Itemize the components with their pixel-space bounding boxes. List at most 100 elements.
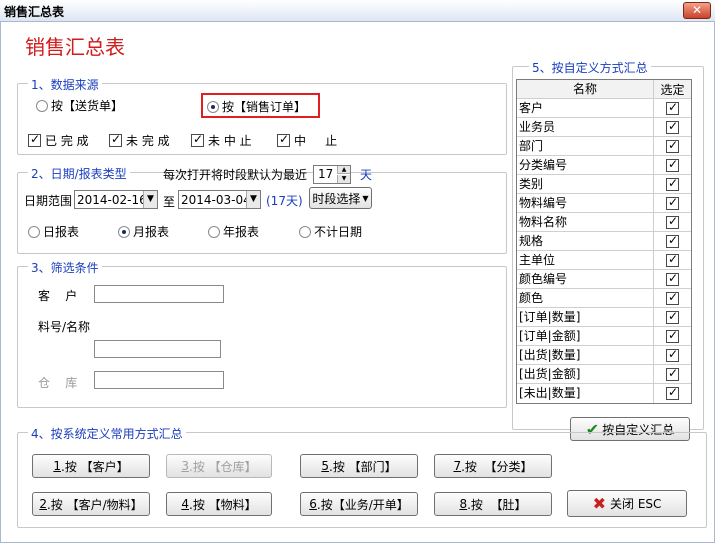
chevron-down-icon[interactable]: ▼ xyxy=(362,194,368,203)
check-stopped-label[interactable]: 中 止 xyxy=(294,132,337,149)
select-cell[interactable] xyxy=(654,270,691,288)
table-row[interactable]: 业务员 xyxy=(517,118,691,137)
close-esc-label[interactable]: 关闭 ESC xyxy=(610,495,661,512)
by-business-order-label[interactable]: .按【业务/开单】 xyxy=(317,496,409,513)
table-row[interactable]: 规格 xyxy=(517,232,691,251)
date-to-select[interactable]: 2014-03-04 ▼ xyxy=(178,190,261,209)
table-row[interactable]: 类别 xyxy=(517,175,691,194)
check-stopped[interactable]: 中 止 xyxy=(277,132,337,149)
shortcut-key[interactable]: 2 xyxy=(39,497,47,511)
by-category-button[interactable]: 7 .按 【分类】 xyxy=(434,454,552,478)
radio-by-delivery-label[interactable]: 按【送货单】 xyxy=(51,97,123,114)
radio-monthly[interactable]: 月报表 xyxy=(118,223,169,240)
select-cell[interactable] xyxy=(654,251,691,269)
select-cell[interactable] xyxy=(654,365,691,383)
select-checkbox[interactable] xyxy=(666,252,679,267)
spin-down-icon[interactable]: ▼ xyxy=(337,175,350,183)
period-select-label[interactable]: 时段选择 xyxy=(312,190,360,207)
close-esc-button[interactable]: ✖ 关闭 ESC xyxy=(567,490,687,517)
table-row[interactable]: [订单|金额] xyxy=(517,327,691,346)
close-icon[interactable]: ✕ xyxy=(692,3,702,17)
chevron-down-icon[interactable]: ▼ xyxy=(143,191,157,208)
by-warehouse-button[interactable]: 3 .按 【仓库】 xyxy=(166,454,272,478)
radio-no-date[interactable]: 不计日期 xyxy=(299,223,362,240)
select-checkbox[interactable] xyxy=(666,328,679,343)
shortcut-key[interactable]: 5 xyxy=(321,459,329,473)
by-customer-label[interactable]: .按 【客户】 xyxy=(61,458,129,475)
select-cell[interactable] xyxy=(654,327,691,345)
select-cell[interactable] xyxy=(654,194,691,212)
radio-by-sales-order[interactable]: 按【销售订单】 xyxy=(207,98,306,115)
by-customer-button[interactable]: 1 .按 【客户】 xyxy=(32,454,150,478)
default-days-stepper[interactable]: 17 ▲ ▼ xyxy=(313,165,351,184)
by-customer-material-label[interactable]: .按 【客户/物料】 xyxy=(47,496,143,513)
by-material-button[interactable]: 4 .按 【物料】 xyxy=(166,492,272,516)
radio-dot[interactable] xyxy=(28,225,40,238)
by-material-label[interactable]: .按 【物料】 xyxy=(189,496,257,513)
customer-field[interactable] xyxy=(94,285,224,303)
check-completed[interactable]: 已 完 成 xyxy=(28,132,89,149)
check-not-stopped-label[interactable]: 未 中 止 xyxy=(208,132,252,149)
radio-dot[interactable] xyxy=(299,225,311,238)
select-cell[interactable] xyxy=(654,137,691,155)
radio-dot-selected[interactable] xyxy=(118,225,130,238)
radio-dot[interactable] xyxy=(208,225,220,238)
checkbox[interactable] xyxy=(277,132,290,147)
checkbox[interactable] xyxy=(28,132,41,147)
by-business-order-button[interactable]: 6 .按【业务/开单】 xyxy=(300,492,418,516)
check-not-stopped[interactable]: 未 中 止 xyxy=(191,132,252,149)
shortcut-key[interactable]: 3 xyxy=(181,459,189,473)
table-row[interactable]: [出货|数量] xyxy=(517,346,691,365)
material-field[interactable] xyxy=(94,340,221,358)
shortcut-key[interactable]: 8 xyxy=(459,497,467,511)
table-row[interactable]: 分类编号 xyxy=(517,156,691,175)
chevron-down-icon[interactable]: ▼ xyxy=(246,191,260,208)
radio-yearly[interactable]: 年报表 xyxy=(208,223,259,240)
select-checkbox[interactable] xyxy=(666,100,679,115)
spin-up-icon[interactable]: ▲ xyxy=(337,166,350,174)
select-checkbox[interactable] xyxy=(666,271,679,286)
select-cell[interactable] xyxy=(654,175,691,193)
by-customer-material-button[interactable]: 2 .按 【客户/物料】 xyxy=(32,492,150,516)
select-checkbox[interactable] xyxy=(666,119,679,134)
radio-dot[interactable] xyxy=(36,99,48,112)
select-checkbox[interactable] xyxy=(666,290,679,305)
period-select-button[interactable]: 时段选择 ▼ xyxy=(309,187,372,209)
by-department-label[interactable]: .按 【部门】 xyxy=(329,458,397,475)
date-from-value[interactable]: 2014-02-16 xyxy=(77,193,147,207)
select-cell[interactable] xyxy=(654,213,691,231)
select-checkbox[interactable] xyxy=(666,347,679,362)
radio-by-sales-order-label[interactable]: 按【销售订单】 xyxy=(222,98,306,115)
select-cell[interactable] xyxy=(654,346,691,364)
checkbox[interactable] xyxy=(109,132,122,147)
select-checkbox[interactable] xyxy=(666,385,679,400)
shortcut-key[interactable]: 7 xyxy=(453,459,461,473)
table-row[interactable]: 物料编号 xyxy=(517,194,691,213)
table-row[interactable]: 客户 xyxy=(517,99,691,118)
radio-by-delivery[interactable]: 按【送货单】 xyxy=(36,97,123,114)
by-warehouse-label[interactable]: .按 【仓库】 xyxy=(189,458,257,475)
select-cell[interactable] xyxy=(654,384,691,403)
date-to-value[interactable]: 2014-03-04 xyxy=(181,193,251,207)
by-embryo-button[interactable]: 8 .按 【肚】 xyxy=(434,492,552,516)
radio-no-date-label[interactable]: 不计日期 xyxy=(314,223,362,240)
select-checkbox[interactable] xyxy=(666,233,679,248)
select-cell[interactable] xyxy=(654,232,691,250)
table-row[interactable]: 物料名称 xyxy=(517,213,691,232)
check-completed-label[interactable]: 已 完 成 xyxy=(45,132,89,149)
check-uncompleted[interactable]: 未 完 成 xyxy=(109,132,170,149)
close-icon[interactable]: ✖ xyxy=(593,494,606,513)
select-cell[interactable] xyxy=(654,308,691,326)
table-row[interactable]: 部门 xyxy=(517,137,691,156)
radio-yearly-label[interactable]: 年报表 xyxy=(223,223,259,240)
select-checkbox[interactable] xyxy=(666,138,679,153)
select-checkbox[interactable] xyxy=(666,176,679,191)
table-row[interactable]: [订单|数量] xyxy=(517,308,691,327)
shortcut-key[interactable]: 6 xyxy=(309,497,317,511)
check-uncompleted-label[interactable]: 未 完 成 xyxy=(126,132,170,149)
by-category-label[interactable]: .按 【分类】 xyxy=(461,458,532,475)
window-close-button[interactable]: ✕ xyxy=(683,2,711,19)
select-cell[interactable] xyxy=(654,118,691,136)
radio-daily-label[interactable]: 日报表 xyxy=(43,223,79,240)
table-row[interactable]: 颜色 xyxy=(517,289,691,308)
